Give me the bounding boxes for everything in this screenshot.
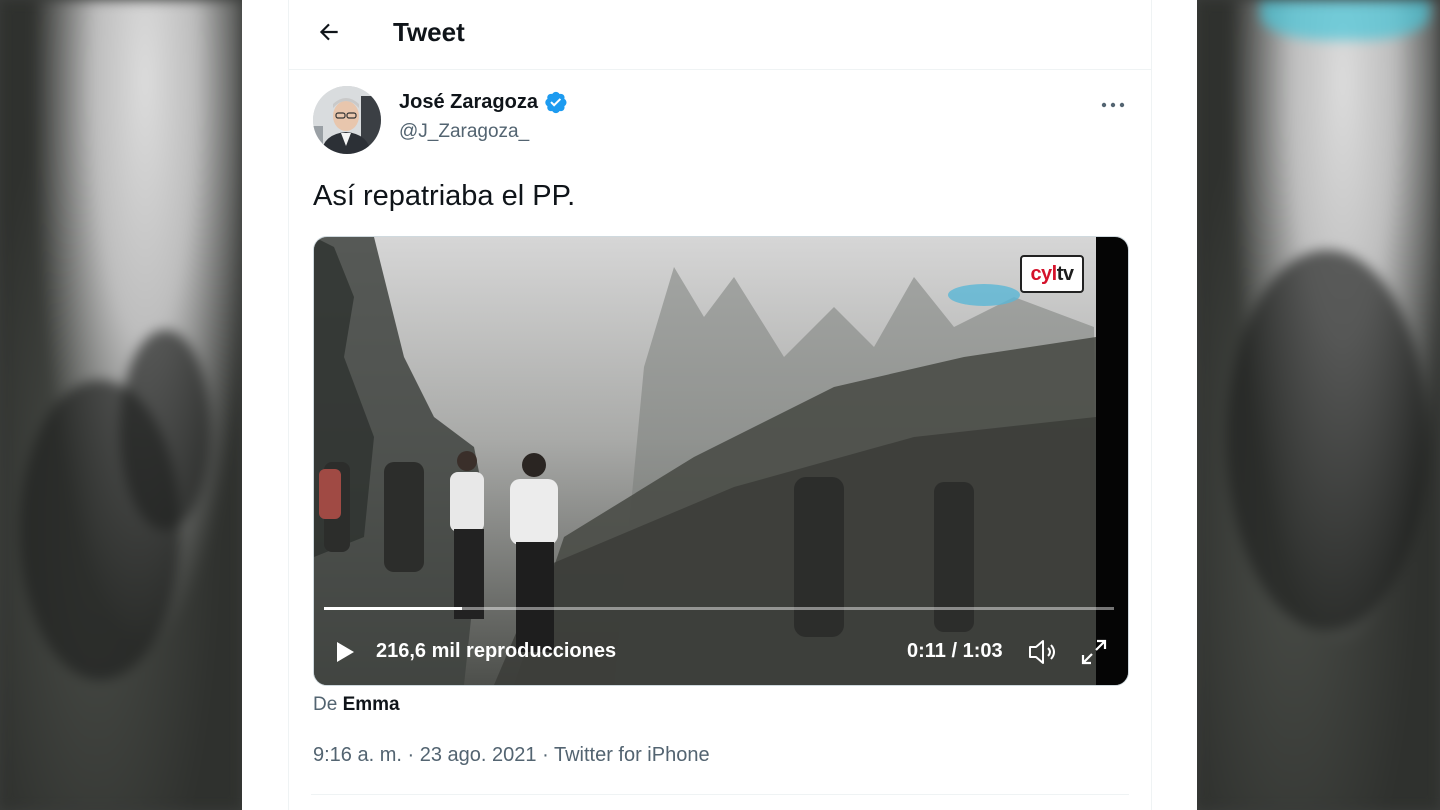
tweet-time[interactable]: 9:16 a. m. <box>313 744 402 766</box>
tweet-source[interactable]: Twitter for iPhone <box>554 744 710 766</box>
avatar-photo <box>313 86 381 154</box>
back-button[interactable] <box>311 14 347 50</box>
video-player[interactable]: cyl tv 216,6 mil reproducciones 0:11 / 1:… <box>313 236 1129 686</box>
video-controls: 216,6 mil reproducciones 0:11 / 1:03 <box>314 627 1128 677</box>
play-icon <box>337 642 354 662</box>
blurred-background-left <box>0 0 242 810</box>
tweet-panel: Tweet José Zaragoza @J_Zaragoza_ Así rep… <box>242 0 1197 810</box>
volume-button[interactable] <box>1026 637 1058 667</box>
video-attribution: De Emma <box>313 694 400 715</box>
speaker-muted-icon <box>1029 640 1055 664</box>
tweet-date[interactable]: 23 ago. 2021 <box>420 744 537 766</box>
author-display-name[interactable]: José Zaragoza <box>399 91 538 114</box>
video-time: 0:11 / 1:03 <box>907 640 1003 662</box>
video-letterbox-bar <box>1096 237 1128 685</box>
attribution-name[interactable]: Emma <box>343 694 400 715</box>
divider <box>311 794 1129 795</box>
more-options-button[interactable] <box>1097 92 1129 118</box>
video-frame <box>314 237 1128 685</box>
verified-badge-icon <box>545 91 567 114</box>
author-handle[interactable]: @J_Zaragoza_ <box>399 121 529 143</box>
author-name-row[interactable]: José Zaragoza <box>399 90 568 114</box>
expand-icon <box>1081 639 1107 665</box>
avatar[interactable] <box>313 86 381 154</box>
play-button[interactable] <box>332 639 358 665</box>
fullscreen-button[interactable] <box>1079 637 1109 667</box>
tweet-text: Así repatriaba el PP. <box>313 180 576 212</box>
tweet-metadata: 9:16 a. m. · 23 ago. 2021 · Twitter for … <box>313 744 710 766</box>
ellipsis-icon <box>1101 102 1125 108</box>
video-progress-fill <box>324 607 463 610</box>
tweet-header: Tweet <box>289 0 1151 70</box>
tweet-column: Tweet José Zaragoza @J_Zaragoza_ Así rep… <box>288 0 1152 810</box>
arrow-left-icon <box>319 23 338 41</box>
channel-logo: cyl tv <box>1020 255 1084 293</box>
video-progress-bar[interactable] <box>324 607 1114 610</box>
page-title: Tweet <box>393 17 465 47</box>
blurred-background-right <box>1197 0 1440 810</box>
view-count: 216,6 mil reproducciones <box>376 640 617 662</box>
